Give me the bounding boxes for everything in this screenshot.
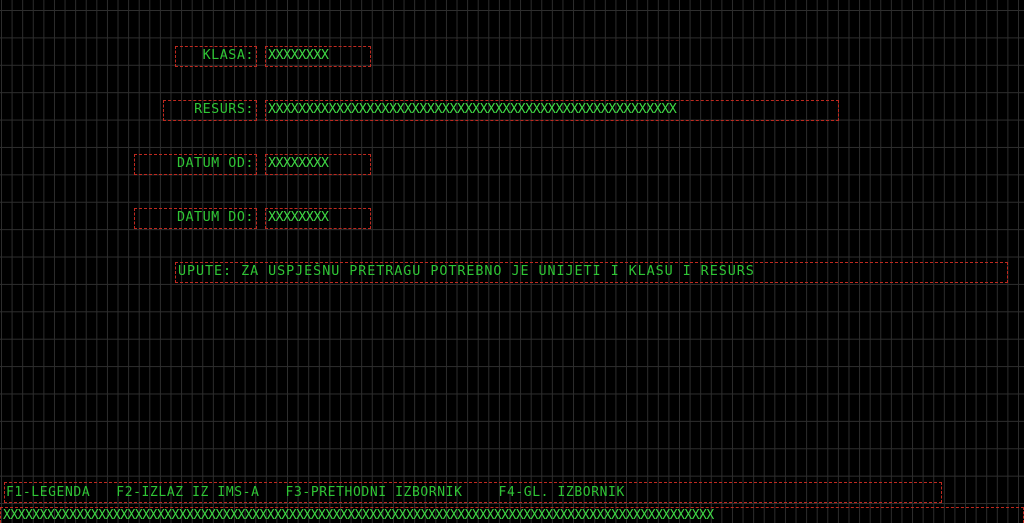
search-instructions: UPUTE: ZA USPJEŠNU PRETRAGU POTREBNO JE … bbox=[175, 262, 1008, 283]
resurs-label: RESURS: bbox=[163, 100, 257, 121]
f2-izlaz-key[interactable]: F2-IZLAZ IZ IMS-A bbox=[116, 484, 259, 502]
resurs-field[interactable]: XXXXXXXXXXXXXXXXXXXXXXXXXXXXXXXXXXXXXXXX… bbox=[265, 100, 839, 121]
klasa-field[interactable]: XXXXXXXX bbox=[265, 46, 371, 67]
f1-legenda-key[interactable]: F1-LEGENDA bbox=[6, 484, 90, 502]
f3-prethodni-izbornik-key[interactable]: F3-PRETHODNI IZBORNIK bbox=[286, 484, 463, 502]
datum-od-label: DATUM OD: bbox=[134, 154, 257, 175]
datum-do-label: DATUM DO: bbox=[134, 208, 257, 229]
f4-glavni-izbornik-key[interactable]: F4-GL. IZBORNIK bbox=[499, 484, 625, 502]
datum-od-field[interactable]: XXXXXXXX bbox=[265, 154, 371, 175]
datum-do-field[interactable]: XXXXXXXX bbox=[265, 208, 371, 229]
function-key-bar: F1-LEGENDA F2-IZLAZ IZ IMS-A F3-PRETHODN… bbox=[4, 482, 942, 503]
klasa-label: KLASA: bbox=[175, 46, 257, 67]
status-line: XXXXXXXXXXXXXXXXXXXXXXXXXXXXXXXXXXXXXXXX… bbox=[0, 507, 1024, 523]
